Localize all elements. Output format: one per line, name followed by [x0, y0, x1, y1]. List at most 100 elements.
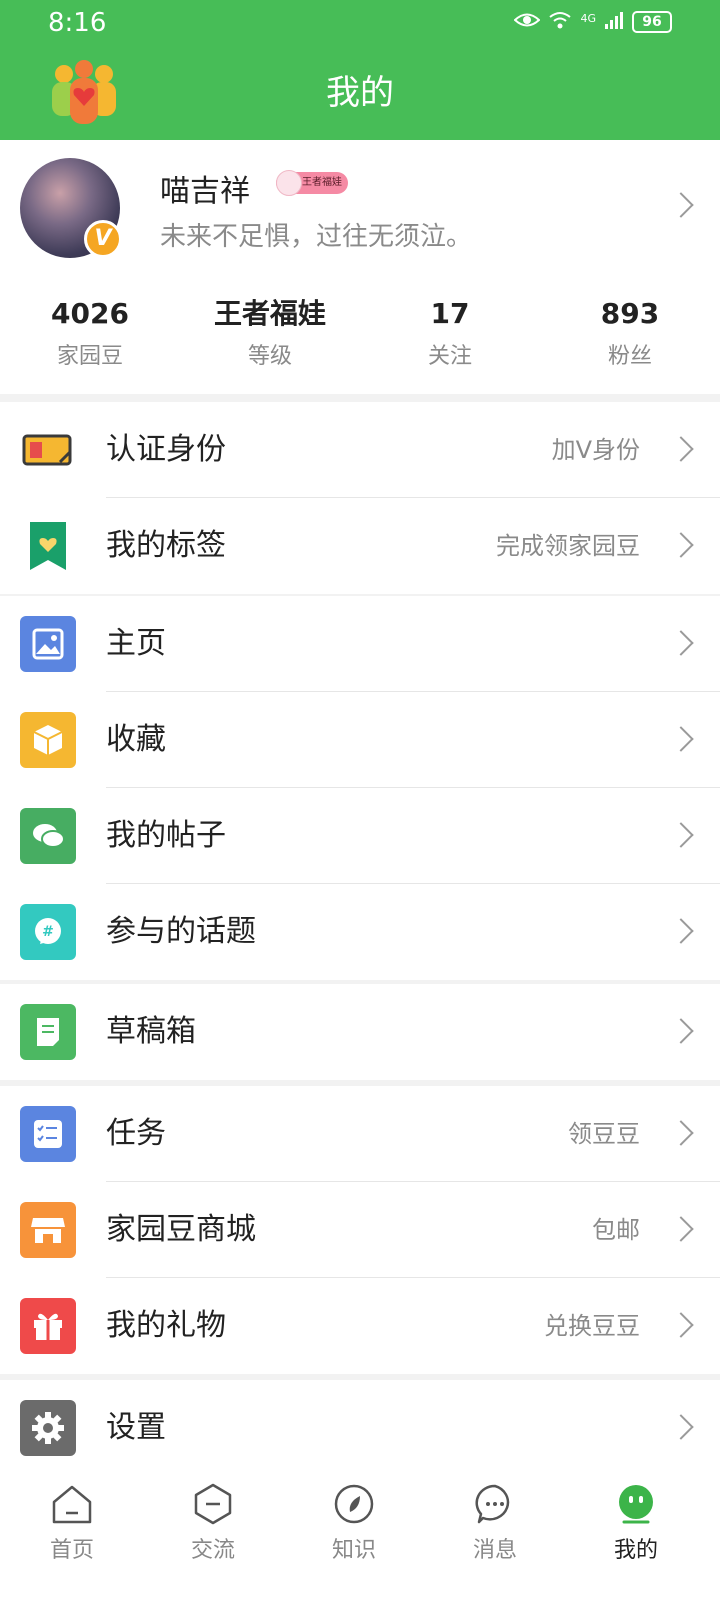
profile-face-icon	[614, 1482, 658, 1526]
app-header: 我的	[0, 46, 720, 140]
menu-item-label: 家园豆商城	[106, 1212, 256, 1247]
menu-group-content: 主页 收藏 我的帖子 # 参与的话题	[0, 596, 720, 980]
menu-item-hint: 兑换豆豆	[544, 1312, 640, 1340]
stat-value: 17	[430, 297, 470, 330]
tab-home[interactable]: 首页	[0, 1468, 144, 1564]
shop-icon	[20, 1202, 76, 1258]
id-card-icon	[20, 422, 76, 478]
tab-me[interactable]: 我的	[564, 1468, 708, 1564]
chevron-right-icon	[668, 918, 694, 944]
chat-bubbles-icon	[20, 808, 76, 864]
tab-knowledge[interactable]: 知识	[282, 1468, 426, 1564]
hashtag-icon: #	[20, 904, 76, 960]
battery-icon: 96	[632, 11, 672, 33]
chevron-right-icon	[668, 532, 694, 558]
chevron-right-icon	[668, 1414, 694, 1440]
menu-item-hint: 完成领家园豆	[496, 532, 640, 560]
tab-label: 我的	[613, 1538, 658, 1563]
gear-icon	[20, 1400, 76, 1456]
chevron-right-icon	[668, 726, 694, 752]
stat-level[interactable]: 王者福娃 等级	[180, 296, 360, 370]
knowledge-icon	[332, 1482, 376, 1526]
chevron-right-icon	[668, 1216, 694, 1242]
menu-item-label: 任务	[106, 1116, 166, 1151]
chevron-right-icon	[668, 1312, 694, 1338]
stat-label: 家园豆	[56, 344, 123, 369]
level-badge-label: 王者福娃	[302, 177, 342, 188]
menu-item-label: 我的标签	[106, 528, 226, 563]
stat-beans[interactable]: 4026 家园豆	[0, 296, 180, 370]
gift-icon	[20, 1298, 76, 1354]
chevron-right-icon	[668, 436, 694, 462]
home-icon	[50, 1482, 94, 1526]
status-bar: 8:16 4G 96	[0, 0, 720, 46]
stat-label: 关注	[427, 344, 472, 369]
menu-item-hint: 包邮	[592, 1216, 640, 1244]
stat-value: 4026	[51, 297, 129, 330]
task-list-icon	[20, 1106, 76, 1162]
menu-item-my-posts[interactable]: 我的帖子	[0, 788, 720, 884]
menu-item-label: 收藏	[106, 722, 166, 757]
menu-item-label: 草稿箱	[106, 1014, 196, 1049]
stat-following[interactable]: 17 关注	[360, 296, 540, 370]
image-icon	[20, 616, 76, 672]
stats-row: 4026 家园豆 王者福娃 等级 17 关注 893 粉丝	[0, 296, 720, 370]
bottom-tab-bar: 首页 交流 知识 消息 我的	[0, 1468, 720, 1600]
network-label: 4G	[580, 11, 596, 25]
menu-item-verify-identity[interactable]: 认证身份 加V身份	[0, 402, 720, 498]
menu-item-bean-mall[interactable]: 家园豆商城 包邮	[0, 1182, 720, 1278]
box-icon	[20, 712, 76, 768]
eye-icon	[513, 11, 541, 33]
menu-item-my-tags[interactable]: 我的标签 完成领家园豆	[0, 498, 720, 594]
message-icon	[473, 1482, 517, 1526]
menu-item-topics[interactable]: # 参与的话题	[0, 884, 720, 980]
verified-badge: V	[84, 220, 122, 258]
status-time: 8:16	[48, 8, 107, 38]
tab-exchange[interactable]: 交流	[141, 1468, 285, 1564]
menu-item-tasks[interactable]: 任务 领豆豆	[0, 1086, 720, 1182]
level-badge: 王者福娃	[276, 170, 348, 196]
menu-item-homepage[interactable]: 主页	[0, 596, 720, 692]
chevron-right-icon	[668, 1120, 694, 1146]
menu-item-drafts[interactable]: 草稿箱	[0, 984, 720, 1080]
wifi-icon	[548, 10, 572, 34]
menu-item-label: 参与的话题	[106, 914, 256, 949]
profile-card: V 喵吉祥 王者福娃 未来不足惧，过往无须泣。 4026 家园豆 王者福娃 等级…	[0, 140, 720, 394]
signature: 未来不足惧，过往无须泣。	[160, 222, 473, 252]
chevron-right-icon	[668, 822, 694, 848]
menu-group-drafts: 草稿箱	[0, 984, 720, 1080]
level-badge-icon	[276, 170, 302, 196]
menu-item-my-gifts[interactable]: 我的礼物 兑换豆豆	[0, 1278, 720, 1374]
profile-chevron-right-icon[interactable]	[668, 192, 694, 218]
menu-item-favorites[interactable]: 收藏	[0, 692, 720, 788]
tab-label: 消息	[472, 1538, 517, 1563]
svg-text:#: #	[42, 924, 54, 940]
menu-group-settings: 设置	[0, 1380, 720, 1468]
menu-item-label: 认证身份	[106, 432, 226, 467]
chevron-right-icon	[668, 1018, 694, 1044]
exchange-icon	[191, 1482, 235, 1526]
menu-item-hint: 领豆豆	[568, 1120, 640, 1148]
tab-label: 首页	[49, 1538, 94, 1563]
menu-group-rewards: 任务 领豆豆 家园豆商城 包邮 我的礼物 兑换豆豆	[0, 1086, 720, 1374]
menu-item-hint: 加V身份	[551, 436, 640, 464]
stat-value: 893	[600, 297, 660, 330]
menu-item-label: 我的帖子	[106, 818, 226, 853]
page-title: 我的	[326, 73, 394, 113]
username[interactable]: 喵吉祥	[160, 166, 250, 210]
status-icons: 4G 96	[513, 10, 672, 34]
menu-item-label: 我的礼物	[106, 1308, 226, 1343]
stat-label: 等级	[247, 344, 292, 369]
chevron-right-icon	[668, 630, 694, 656]
stat-value: 王者福娃	[213, 297, 326, 330]
draft-icon	[20, 1004, 76, 1060]
tab-label: 知识	[331, 1538, 376, 1563]
menu-item-settings[interactable]: 设置	[0, 1380, 720, 1468]
signal-icon	[604, 10, 624, 34]
tab-messages[interactable]: 消息	[423, 1468, 567, 1564]
menu-item-label: 主页	[106, 626, 166, 661]
menu-item-label: 设置	[106, 1410, 166, 1445]
bookmark-heart-icon	[20, 518, 76, 574]
stat-fans[interactable]: 893 粉丝	[540, 296, 720, 370]
stat-label: 粉丝	[607, 344, 652, 369]
